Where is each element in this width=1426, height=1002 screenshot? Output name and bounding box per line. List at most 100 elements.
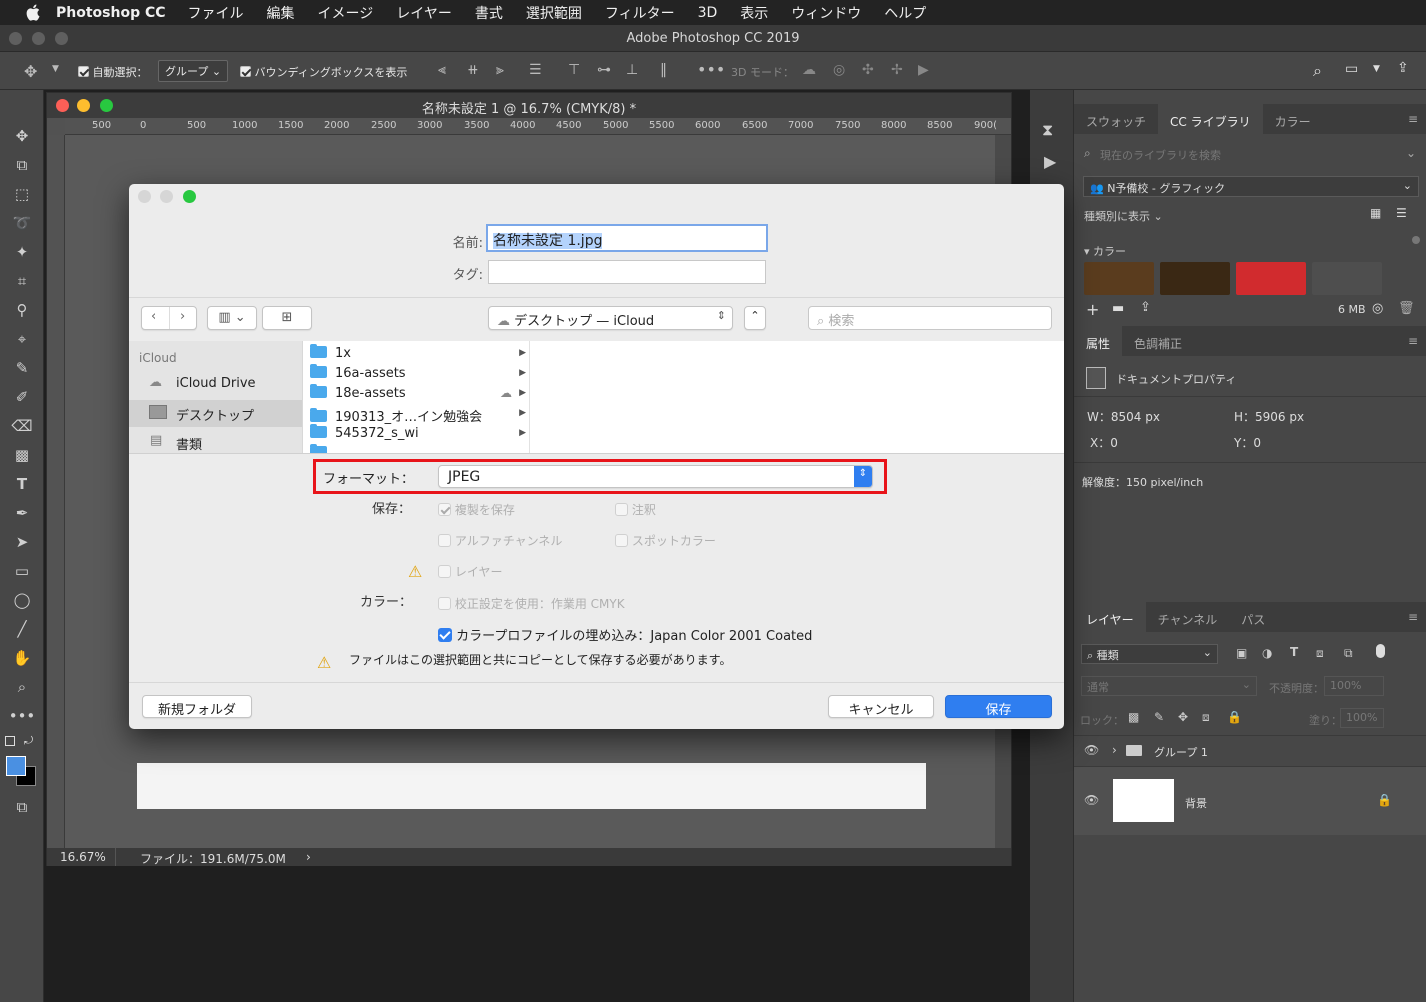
list-item[interactable]: 190313_オ…イン勉強会 ▶ — [310, 406, 528, 426]
menu-app-name[interactable]: Photoshop CC — [56, 5, 166, 21]
distribute-icon[interactable]: ☰ — [529, 62, 542, 78]
align-left-icon[interactable]: ⫷ — [438, 62, 446, 78]
panel-menu-icon[interactable]: ≡ — [1408, 610, 1418, 624]
align-center-icon[interactable]: ⧺ — [467, 62, 479, 78]
3d-roll-icon[interactable]: ◎ — [833, 62, 845, 78]
lock-image-icon[interactable]: ✎ — [1154, 710, 1164, 724]
sidebar-item-icloud-drive[interactable]: iCloud Drive — [176, 376, 256, 391]
menu-edit[interactable]: 編集 — [267, 3, 295, 23]
dialog-zoom-button[interactable] — [183, 190, 196, 203]
panel-menu-icon[interactable]: ≡ — [1408, 112, 1418, 126]
menu-3d[interactable]: 3D — [698, 5, 718, 21]
history-panel-icon[interactable]: ⧗ — [1042, 120, 1053, 140]
spot-colors-checkbox[interactable]: スポットカラー — [615, 532, 716, 549]
list-item[interactable]: 18e-assets ☁ ▶ — [310, 384, 528, 406]
align-top-icon[interactable]: ⊤ — [568, 62, 580, 78]
search-icon[interactable]: ⌕ — [1313, 61, 1322, 81]
color-swatch[interactable] — [1160, 262, 1230, 295]
move-tool-icon[interactable]: ✥ — [24, 62, 37, 81]
menu-window[interactable]: ウィンドウ — [791, 3, 861, 23]
chevron-right-icon[interactable]: › — [306, 850, 311, 864]
view-mode-button[interactable]: ▥ ⌄ — [207, 306, 257, 330]
opacity-input[interactable]: 100% — [1324, 676, 1384, 696]
tab-swatches[interactable]: スウォッチ — [1074, 104, 1158, 134]
lasso-tool-icon[interactable]: ➰ — [9, 212, 35, 234]
more-options-icon[interactable]: ••• — [697, 60, 725, 79]
document-canvas[interactable] — [137, 763, 926, 809]
tab-paths[interactable]: パス — [1229, 602, 1277, 632]
layer-name[interactable]: グループ 1 — [1154, 744, 1208, 760]
proof-setup-checkbox[interactable]: 校正設定を使用：作業用 CMYK — [438, 595, 625, 612]
fill-input[interactable]: 100% — [1340, 708, 1384, 728]
list-view-icon[interactable]: ☰ — [1396, 206, 1407, 220]
tab-layers[interactable]: レイヤー — [1074, 602, 1146, 632]
eye-icon[interactable]: 👁 — [1084, 793, 1099, 807]
trash-icon[interactable]: 🗑 — [1398, 301, 1415, 316]
menu-view[interactable]: 表示 — [740, 3, 768, 23]
back-button[interactable]: ‹ — [151, 309, 156, 324]
menu-image[interactable]: イメージ — [318, 3, 374, 23]
tab-channels[interactable]: チャンネル — [1146, 602, 1230, 632]
color-swatch[interactable] — [1312, 262, 1382, 295]
type-filter-icon[interactable]: T — [1290, 645, 1298, 659]
embed-profile-checkbox[interactable]: カラープロファイルの埋め込み：Japan Color 2001 Coated — [438, 625, 812, 644]
default-colors-icon[interactable] — [5, 736, 15, 746]
filter-toggle-icon[interactable] — [1376, 644, 1385, 658]
eyedropper-tool-icon[interactable]: ⚲ — [9, 299, 35, 321]
tab-properties[interactable]: 属性 — [1074, 326, 1123, 356]
forward-button[interactable]: › — [180, 309, 185, 324]
location-dropdown[interactable]: ☁ デスクトップ — iCloud ⇕ — [488, 306, 733, 330]
save-copy-checkbox[interactable]: 複製を保存 — [438, 501, 515, 518]
lock-transparent-icon[interactable]: ▩ — [1128, 710, 1139, 724]
type-tool-icon[interactable]: T — [9, 473, 35, 495]
alpha-channels-checkbox[interactable]: アルファチャンネル — [438, 532, 562, 549]
bounding-box-checkbox[interactable]: バウンディングボックスを表示 — [240, 64, 407, 80]
x-value[interactable]: X：0 — [1090, 434, 1118, 451]
actions-play-icon[interactable]: ▶ — [1044, 152, 1056, 171]
color-swatch[interactable] — [1236, 262, 1306, 295]
distribute-vertical-icon[interactable]: ‖ — [660, 62, 667, 78]
menu-file[interactable]: ファイル — [188, 3, 244, 23]
auto-select-dropdown[interactable]: グループ ⌄ — [158, 60, 229, 82]
folder-icon[interactable]: ▬ — [1112, 301, 1124, 316]
library-search-input[interactable]: 現在のライブラリを検索 — [1100, 147, 1221, 163]
move-tool-icon[interactable]: ✥ — [9, 125, 35, 147]
eye-icon[interactable]: 👁 — [1084, 743, 1099, 757]
3d-pan-icon[interactable]: ✣ — [862, 62, 874, 78]
menu-filter[interactable]: フィルター — [605, 3, 675, 23]
dialog-minimize-button[interactable] — [160, 190, 173, 203]
lock-position-icon[interactable]: ✥ — [1178, 710, 1188, 724]
artboard-tool-icon[interactable]: ⧉ — [9, 154, 35, 176]
layer-filter-dropdown[interactable]: ⌕ 種類 ⌄ — [1081, 644, 1218, 664]
blend-mode-dropdown[interactable]: 通常 ⌄ — [1081, 676, 1257, 696]
eyedropper-icon[interactable]: ✎ — [9, 357, 35, 379]
sidebar-item-documents[interactable]: 書類 — [176, 434, 202, 453]
new-folder-button[interactable]: 新規フォルダ — [142, 695, 252, 718]
foreground-color-swatch[interactable] — [6, 756, 26, 776]
lock-artboard-icon[interactable]: ⧈ — [1202, 710, 1210, 725]
crop-tool-icon[interactable]: ⌗ — [9, 270, 35, 292]
smart-object-filter-icon[interactable]: ⧉ — [1344, 646, 1353, 661]
colors-section-header[interactable]: ▾ カラー — [1084, 243, 1126, 259]
grid-view-icon[interactable]: ▦ — [1370, 206, 1381, 220]
upload-icon[interactable]: ⇪ — [1140, 300, 1151, 315]
minimize-document-button[interactable] — [77, 99, 90, 112]
color-swatch[interactable] — [1084, 262, 1154, 295]
list-item[interactable]: 16a-assets ▶ — [310, 364, 528, 386]
collapse-button[interactable]: ⌃ — [744, 306, 766, 330]
panel-menu-icon[interactable]: ≡ — [1408, 334, 1418, 348]
path-selection-tool-icon[interactable]: ➤ — [9, 531, 35, 553]
menu-type[interactable]: 書式 — [475, 3, 503, 23]
width-value[interactable]: W：8504 px — [1087, 408, 1160, 425]
adjustment-filter-icon[interactable]: ◑ — [1262, 646, 1272, 660]
filename-input[interactable]: 名称未設定 1.jpg — [486, 224, 768, 252]
lock-all-icon[interactable]: 🔒 — [1227, 710, 1242, 724]
workspace-icon[interactable]: ▭ — [1345, 61, 1358, 77]
tab-color[interactable]: カラー — [1263, 104, 1323, 134]
list-item[interactable]: 1x ▶ — [310, 344, 528, 366]
layer-row[interactable]: 👁 › グループ 1 — [1074, 736, 1426, 766]
pixel-filter-icon[interactable]: ▣ — [1236, 646, 1247, 660]
add-icon[interactable]: + — [1086, 300, 1099, 319]
patch-tool-icon[interactable]: ⌖ — [9, 328, 35, 350]
pen-tool-icon[interactable]: ✒ — [9, 502, 35, 524]
